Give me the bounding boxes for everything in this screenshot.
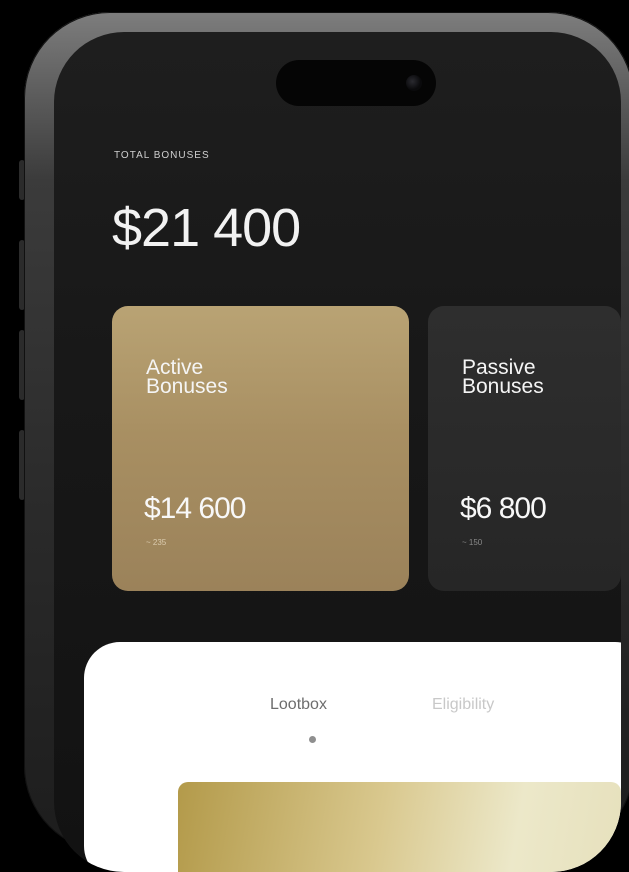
tab-lootbox[interactable]: Lootbox <box>270 696 327 714</box>
passive-bonuses-title: Passive Bonuses <box>462 356 544 398</box>
lootbox-card[interactable] <box>178 782 621 872</box>
active-bonuses-value: $14 600 <box>144 492 246 525</box>
phone-frame: TOTAL BONUSES $21 400 Active Bonuses $14… <box>24 12 629 872</box>
active-bonuses-title: Active Bonuses <box>146 356 228 398</box>
bottom-sheet: Lootbox Eligibility <box>84 642 621 872</box>
camera-icon <box>406 75 422 91</box>
passive-bonuses-card[interactable]: Passive Bonuses $6 800 ~ 150 <box>428 306 621 591</box>
active-bonuses-card[interactable]: Active Bonuses $14 600 ~ 235 <box>112 306 409 591</box>
dynamic-island <box>276 60 436 106</box>
tab-active-indicator <box>309 736 316 743</box>
total-bonuses-amount: $21 400 <box>112 198 301 258</box>
total-bonuses-label: TOTAL BONUSES <box>114 150 210 161</box>
passive-bonuses-subtext: ~ 150 <box>462 538 483 547</box>
passive-bonuses-value: $6 800 <box>460 492 547 525</box>
active-bonuses-subtext: ~ 235 <box>146 538 167 547</box>
tab-eligibility[interactable]: Eligibility <box>432 696 494 714</box>
phone-screen: TOTAL BONUSES $21 400 Active Bonuses $14… <box>54 32 621 872</box>
